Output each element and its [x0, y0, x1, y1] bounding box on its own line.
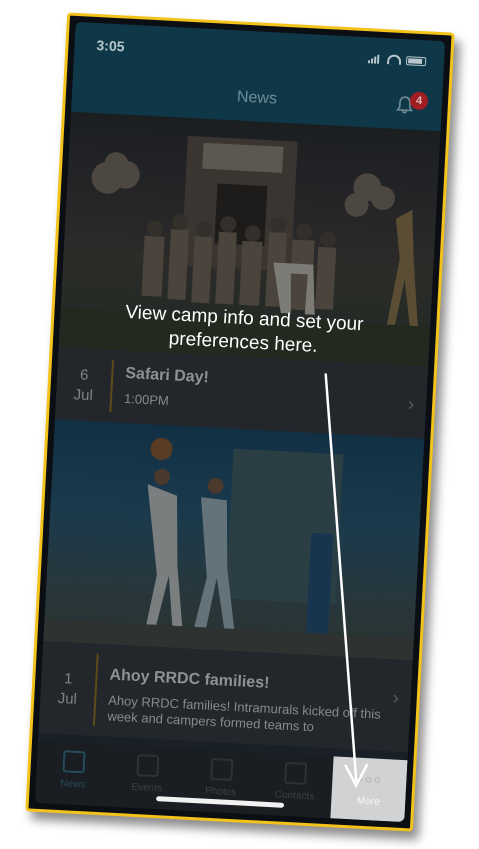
news-day: 1 [63, 669, 73, 688]
news-feed[interactable]: 6 Jul Safari Day! 1:00PM › 1 Jul Ahoy RR… [38, 111, 441, 761]
tab-label: Events [131, 781, 163, 795]
tab-more[interactable]: ○○○ More [330, 756, 408, 823]
photos-icon [210, 757, 234, 782]
phone-frame: 3:05 News 4 6 Jul Safari Day! 1:00PM › 1… [25, 12, 455, 832]
tab-label: Photos [204, 785, 237, 799]
status-time: 3:05 [96, 36, 125, 55]
news-snippet: Ahoy RRDC families! Intramurals kicked o… [107, 692, 382, 735]
status-icons [367, 53, 427, 66]
news-date: 6 Jul [55, 347, 113, 422]
news-month: Jul [57, 689, 78, 708]
tab-label: Contacts [274, 789, 315, 803]
page-title: News [236, 88, 278, 108]
news-icon [62, 750, 86, 774]
app-screen: 3:05 News 4 6 Jul Safari Day! 1:00PM › 1… [34, 21, 446, 823]
news-image-basketball[interactable] [43, 419, 425, 661]
news-item-ahoy[interactable]: 1 Jul Ahoy RRDC families! Ahoy RRDC fami… [38, 641, 413, 753]
tab-news[interactable]: News [35, 741, 112, 807]
basketball-photo-illustration [43, 437, 420, 661]
contacts-icon [284, 761, 308, 785]
chevron-right-icon: › [392, 687, 400, 708]
signal-icon [367, 54, 382, 64]
news-month: Jul [73, 385, 94, 404]
tab-label: More [356, 795, 380, 808]
wifi-icon [386, 54, 402, 65]
chevron-right-icon: › [407, 393, 415, 415]
news-date: 1 Jul [38, 641, 97, 736]
news-body: Ahoy RRDC families! Ahoy RRDC families! … [94, 644, 412, 752]
more-dots-icon: ○○○ [355, 771, 384, 787]
tab-contacts[interactable]: Contacts [256, 752, 333, 818]
battery-icon [405, 55, 427, 66]
news-day: 6 [79, 366, 89, 384]
tab-label: News [60, 778, 86, 791]
calendar-icon [136, 754, 160, 778]
